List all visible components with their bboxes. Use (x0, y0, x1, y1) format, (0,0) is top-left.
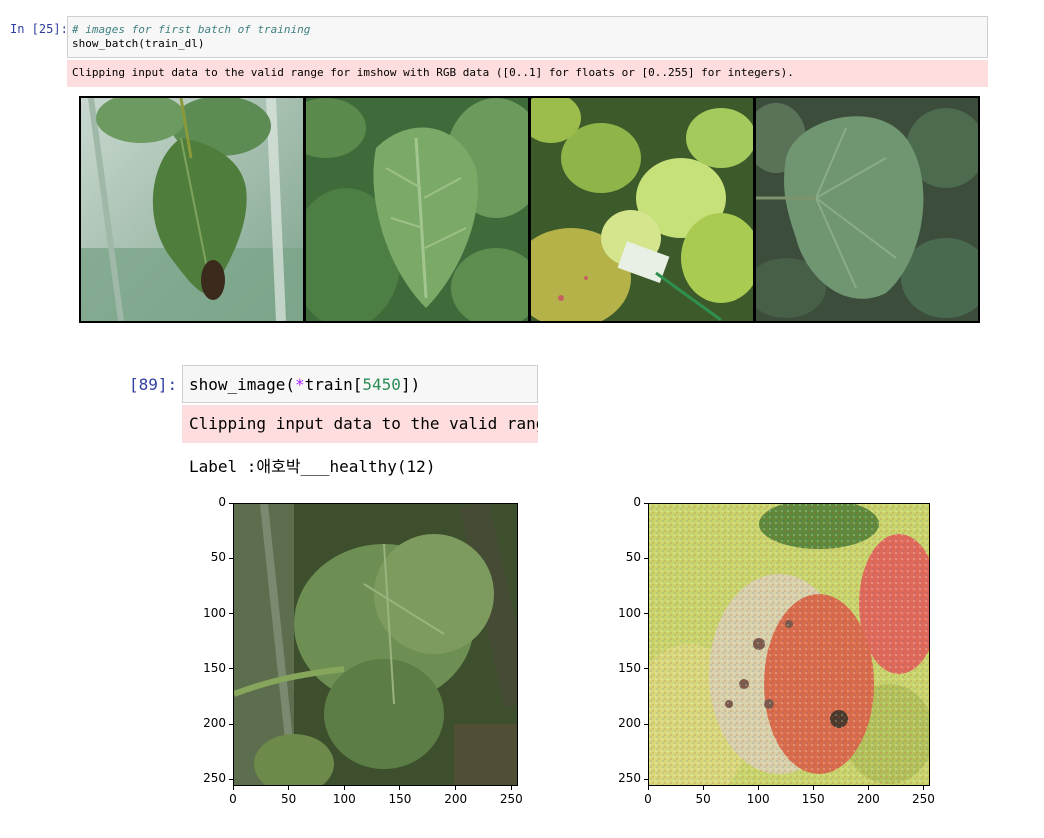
cell2-code-num: 5450 (362, 375, 401, 394)
plot1-x-tick-label: 150 (388, 792, 412, 806)
plot2-x-tickmark (922, 786, 924, 790)
plot1-x-tick-label: 250 (499, 792, 523, 806)
cell2-label-output: Label :애호박___healthy(12) (189, 457, 436, 476)
large-round-leaf-image (756, 98, 978, 321)
plot1-y-tick-label: 0 (218, 495, 226, 509)
cell2-stderr-output: Clipping input data to the valid rang (182, 405, 538, 443)
plot2-y-tickmark (644, 613, 648, 615)
plot1-y-tick-label: 150 (203, 660, 226, 675)
plot2-y-tick-label: 200 (618, 716, 641, 731)
cell1-code-input[interactable]: # images for first batch of training sho… (67, 16, 988, 58)
plot1-x-tickmark (232, 786, 234, 790)
plot2-y-tick-label: 100 (618, 605, 641, 620)
plot1-y-tick-label: 200 (203, 716, 226, 731)
plot1-y-tickmark (229, 723, 233, 725)
plot2-y-tick-label: 0 (633, 495, 641, 509)
cell2-code-input[interactable]: show_image(*train[5450]) (182, 365, 538, 403)
plot2-y-tickmark (644, 778, 648, 780)
plot1-x-tick-label: 100 (332, 792, 356, 806)
plot1-x-tick-label: 0 (229, 792, 237, 806)
leaves-with-plant-tag-image (531, 98, 753, 321)
plot2-y-tickmark (644, 502, 648, 504)
green-leaves-closeup-image (306, 98, 528, 321)
cell2-code-end: ]) (400, 375, 421, 394)
plot2-y-tick-label: 50 (625, 550, 641, 565)
plot1-x-tickmark (343, 786, 345, 790)
plot1-x-tickmark (455, 786, 457, 790)
plot1-y-tick-label: 50 (210, 550, 226, 565)
plot1-y-tickmark (229, 557, 233, 559)
vine-leaf-greenhouse-image (81, 98, 303, 321)
cell1-code-comment: # images for first batch of training (72, 23, 311, 36)
plot2-x-tick-label: 200 (856, 792, 880, 806)
plot2-x-tickmark (647, 786, 649, 790)
plot1-y-tick-label: 100 (203, 605, 226, 620)
plot1-y-tick-label: 250 (203, 771, 226, 786)
plot2-x-tick-label: 250 (911, 792, 935, 806)
plot2-x-tick-label: 0 (644, 792, 652, 806)
plot1-x-tickmark (510, 786, 512, 790)
plot2-y-tick-label: 150 (618, 660, 641, 675)
plot1-y-tickmark (229, 778, 233, 780)
cell2-code-fn: show_image( (189, 375, 295, 394)
plot2-y-tickmark (644, 668, 648, 670)
plot1-y-tickmark (229, 502, 233, 504)
noisy-pumpkin-fruit-plot-image (649, 504, 929, 785)
plot1-image-area (233, 503, 518, 786)
cell1-code-line: show_batch(train_dl) (72, 37, 205, 50)
plot2-x-tickmark (867, 786, 869, 790)
batch-image-grid (79, 96, 980, 323)
cell1-prompt: In [25]: (10, 22, 68, 36)
plot1-y-tickmark (229, 668, 233, 670)
plot2-x-tick-label: 100 (746, 792, 770, 806)
cell2-prompt: [89]: (129, 375, 178, 394)
plot2-y-tickmark (644, 723, 648, 725)
plot2-y-tick-label: 250 (618, 771, 641, 786)
plot1-y-tickmark (229, 613, 233, 615)
plot1-x-tick-label: 200 (444, 792, 468, 806)
plot2-x-tick-label: 50 (695, 792, 711, 806)
plot2-x-tickmark (812, 786, 814, 790)
plot2-x-tick-label: 150 (801, 792, 825, 806)
pumpkin-leaf-plot-image (234, 504, 517, 785)
plot1-x-tick-label: 50 (281, 792, 297, 806)
plot2-image-area (648, 503, 930, 786)
cell1-stderr-output: Clipping input data to the valid range f… (67, 60, 988, 87)
plot1-x-tickmark (288, 786, 290, 790)
plot1-x-tickmark (399, 786, 401, 790)
plot2-x-tickmark (757, 786, 759, 790)
plot2-x-tickmark (702, 786, 704, 790)
plot2-y-tickmark (644, 557, 648, 559)
cell2-code-op: * (294, 375, 305, 394)
cell2-code-arg: train[ (304, 375, 363, 394)
